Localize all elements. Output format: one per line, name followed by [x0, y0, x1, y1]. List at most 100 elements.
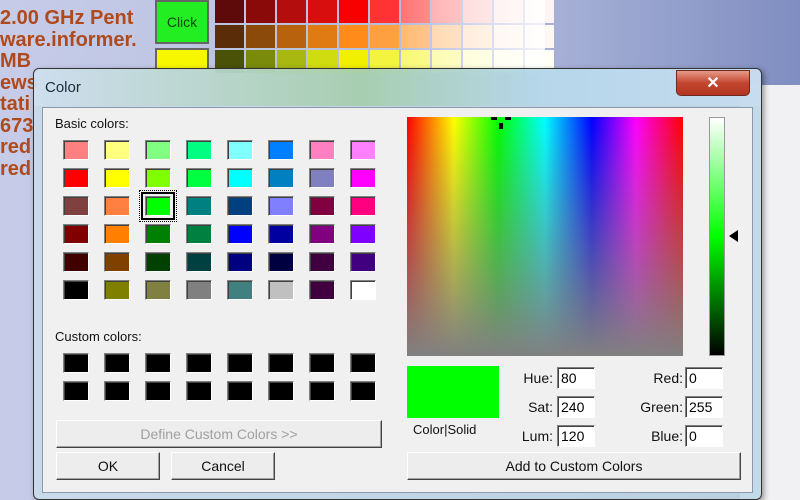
dialog-title: Color: [45, 79, 81, 96]
custom-color-swatch[interactable]: [63, 381, 89, 401]
basic-color-swatch[interactable]: [186, 252, 212, 272]
dialog-client-area: Basic colors: Custom colors: Define Cust…: [42, 107, 753, 493]
basic-color-swatch[interactable]: [63, 168, 89, 188]
basic-color-swatch[interactable]: [227, 196, 253, 216]
lum-label: Lum:: [521, 428, 553, 444]
red-input[interactable]: 0: [685, 367, 723, 389]
basic-color-swatch[interactable]: [350, 280, 376, 300]
luminosity-arrow-icon[interactable]: [729, 230, 738, 242]
basic-color-swatch[interactable]: [104, 224, 130, 244]
basic-color-swatch[interactable]: [309, 280, 335, 300]
basic-color-swatch[interactable]: [309, 140, 335, 160]
close-icon: ✕: [706, 75, 720, 92]
close-button[interactable]: ✕: [676, 70, 750, 96]
basic-color-swatch[interactable]: [186, 140, 212, 160]
basic-color-swatch[interactable]: [186, 224, 212, 244]
basic-color-swatch[interactable]: [145, 280, 171, 300]
basic-colors-label: Basic colors:: [55, 116, 129, 131]
custom-colors-label: Custom colors:: [55, 329, 142, 344]
basic-color-swatch[interactable]: [145, 168, 171, 188]
custom-color-swatch[interactable]: [104, 381, 130, 401]
basic-color-swatch[interactable]: [186, 280, 212, 300]
dialog-titlebar[interactable]: Color ✕: [34, 69, 761, 106]
custom-color-swatch[interactable]: [268, 353, 294, 373]
basic-color-swatch[interactable]: [309, 252, 335, 272]
hue-label: Hue:: [523, 370, 553, 386]
custom-color-swatch[interactable]: [186, 353, 212, 373]
custom-color-swatch[interactable]: [350, 353, 376, 373]
background-yellow-swatch[interactable]: [155, 48, 209, 70]
basic-color-swatch[interactable]: [141, 192, 175, 220]
background-click-button[interactable]: Click: [155, 0, 209, 44]
basic-color-swatch[interactable]: [268, 224, 294, 244]
basic-color-swatch[interactable]: [268, 168, 294, 188]
custom-color-swatch[interactable]: [268, 381, 294, 401]
basic-color-swatch[interactable]: [145, 224, 171, 244]
basic-color-swatch[interactable]: [227, 224, 253, 244]
basic-color-swatch[interactable]: [350, 168, 376, 188]
cancel-button[interactable]: Cancel: [171, 452, 275, 480]
custom-color-swatch[interactable]: [186, 381, 212, 401]
crosshair-icon: [491, 117, 513, 131]
basic-color-swatch[interactable]: [268, 196, 294, 216]
custom-color-swatch[interactable]: [227, 381, 253, 401]
luminosity-slider[interactable]: [709, 117, 725, 356]
basic-color-swatch[interactable]: [186, 196, 212, 216]
basic-color-swatch[interactable]: [227, 140, 253, 160]
hue-input[interactable]: 80: [557, 367, 595, 389]
green-input[interactable]: 255: [685, 396, 723, 418]
add-to-custom-colors-label: Add to Custom Colors: [505, 458, 643, 474]
basic-color-swatch[interactable]: [268, 280, 294, 300]
color-spectrum[interactable]: [407, 117, 683, 356]
basic-color-swatch[interactable]: [104, 168, 130, 188]
custom-color-swatch[interactable]: [309, 353, 335, 373]
basic-color-swatch[interactable]: [227, 252, 253, 272]
basic-color-swatch[interactable]: [63, 196, 89, 216]
click-button-label: Click: [166, 14, 198, 30]
custom-color-swatch[interactable]: [104, 353, 130, 373]
background-palette-fade: [215, 0, 545, 70]
basic-color-swatch[interactable]: [63, 280, 89, 300]
sat-input[interactable]: 240: [557, 396, 595, 418]
basic-color-swatch[interactable]: [350, 224, 376, 244]
sat-label: Sat:: [528, 399, 553, 415]
ok-label: OK: [97, 458, 119, 474]
blue-input[interactable]: 0: [685, 425, 723, 447]
custom-color-swatch[interactable]: [145, 381, 171, 401]
basic-color-swatch[interactable]: [63, 224, 89, 244]
basic-color-swatch[interactable]: [63, 252, 89, 272]
define-custom-colors-button[interactable]: Define Custom Colors >>: [56, 420, 382, 448]
basic-color-swatch[interactable]: [186, 168, 212, 188]
red-label: Red:: [653, 370, 683, 386]
basic-color-swatch[interactable]: [350, 196, 376, 216]
basic-color-swatch[interactable]: [350, 140, 376, 160]
basic-color-swatch[interactable]: [227, 280, 253, 300]
basic-color-swatch[interactable]: [309, 196, 335, 216]
color-preview: [407, 366, 499, 418]
basic-color-swatch[interactable]: [145, 252, 171, 272]
color-solid-label: Color|Solid: [413, 422, 477, 437]
blue-label: Blue:: [651, 428, 683, 444]
cancel-label: Cancel: [201, 458, 245, 474]
basic-color-swatch[interactable]: [227, 168, 253, 188]
basic-color-swatch[interactable]: [268, 252, 294, 272]
basic-color-swatch[interactable]: [145, 140, 171, 160]
basic-color-swatch[interactable]: [350, 252, 376, 272]
basic-color-swatch[interactable]: [268, 140, 294, 160]
lum-input[interactable]: 120: [557, 425, 595, 447]
basic-color-swatch[interactable]: [104, 252, 130, 272]
add-to-custom-colors-button[interactable]: Add to Custom Colors: [407, 452, 741, 480]
custom-color-swatch[interactable]: [145, 353, 171, 373]
define-custom-colors-label: Define Custom Colors >>: [140, 426, 298, 442]
custom-color-swatch[interactable]: [309, 381, 335, 401]
basic-color-swatch[interactable]: [104, 196, 130, 216]
basic-color-swatch[interactable]: [63, 140, 89, 160]
basic-color-swatch[interactable]: [104, 140, 130, 160]
basic-color-swatch[interactable]: [309, 224, 335, 244]
custom-color-swatch[interactable]: [63, 353, 89, 373]
basic-color-swatch[interactable]: [309, 168, 335, 188]
ok-button[interactable]: OK: [56, 452, 160, 480]
basic-color-swatch[interactable]: [104, 280, 130, 300]
custom-color-swatch[interactable]: [227, 353, 253, 373]
custom-color-swatch[interactable]: [350, 381, 376, 401]
